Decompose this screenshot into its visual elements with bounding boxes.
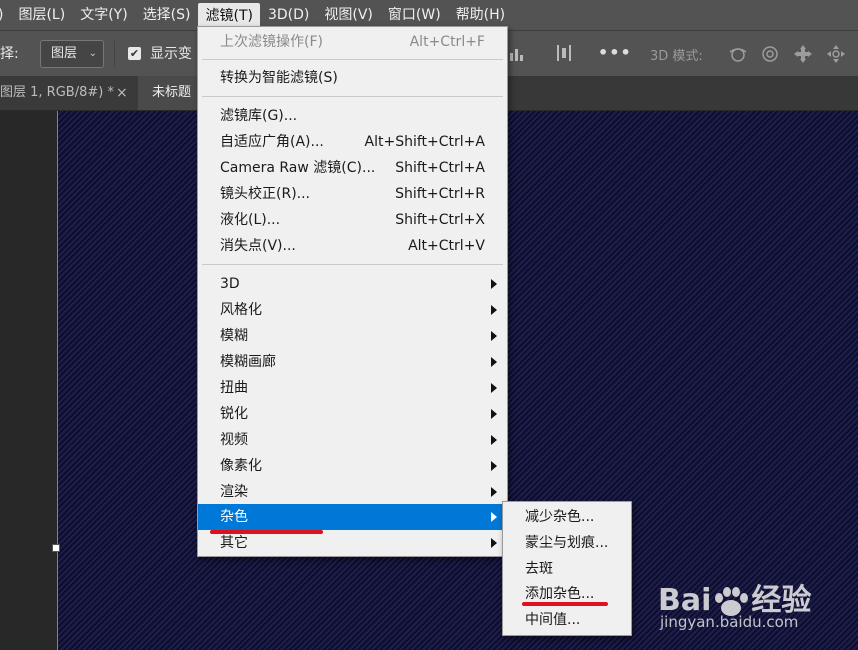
menu-item-video[interactable]: 视频: [198, 427, 507, 453]
menu-item-pixelate[interactable]: 像素化: [198, 453, 507, 479]
annotation-underline-noise: [210, 530, 323, 534]
distribute-icon[interactable]: [556, 45, 572, 63]
close-icon[interactable]: ×: [116, 76, 128, 110]
menu-item-adaptive-wide-angle[interactable]: 自适应广角(A)... Alt+Shift+Ctrl+A: [198, 129, 507, 155]
menu-edit-partial[interactable]: ): [0, 0, 10, 30]
menu-separator: [202, 96, 503, 97]
submenu-arrow-icon: [491, 512, 497, 522]
menu-item-sharpen[interactable]: 锐化: [198, 401, 507, 427]
submenu-arrow-icon: [491, 487, 497, 497]
menu-item-render[interactable]: 渲染: [198, 479, 507, 505]
align-bottom-icon[interactable]: [508, 45, 524, 63]
chevron-down-icon: ⌄: [88, 48, 97, 59]
auto-select-value: 图层: [51, 46, 78, 61]
submenu-arrow-icon: [491, 357, 497, 367]
menu-separator: [202, 264, 503, 265]
submenu-arrow-icon: [491, 331, 497, 341]
menu-filter[interactable]: 滤镜(T): [197, 2, 260, 29]
menu-item-noise[interactable]: 杂色: [198, 504, 507, 530]
submenu-item-despeckle[interactable]: 去斑: [503, 556, 631, 582]
submenu-arrow-icon: [491, 435, 497, 445]
menu-item-filter-gallery[interactable]: 滤镜库(G)...: [198, 103, 507, 129]
menu-item-distort[interactable]: 扭曲: [198, 375, 507, 401]
menu-item-last-filter[interactable]: 上次滤镜操作(F) Alt+Ctrl+F: [198, 29, 507, 55]
3d-pan-icon[interactable]: [793, 44, 813, 64]
transform-handle[interactable]: [52, 544, 60, 552]
menu-item-vanishing-point[interactable]: 消失点(V)... Alt+Ctrl+V: [198, 233, 507, 259]
auto-select-label: 择:: [0, 46, 19, 62]
menu-separator: [202, 59, 503, 60]
submenu-item-dust-scratches[interactable]: 蒙尘与划痕...: [503, 530, 631, 556]
baidu-watermark: Bai 经验 jingyan.baidu.com: [658, 575, 858, 650]
submenu-arrow-icon: [491, 383, 497, 393]
3d-slide-icon[interactable]: [826, 44, 846, 64]
menu-type[interactable]: 文字(Y): [72, 0, 134, 30]
menu-item-convert-smart-filter[interactable]: 转换为智能滤镜(S): [198, 65, 507, 91]
menu-item-blur[interactable]: 模糊: [198, 323, 507, 349]
more-options-icon[interactable]: •••: [598, 43, 632, 62]
watermark-url: jingyan.baidu.com: [660, 613, 799, 631]
submenu-arrow-icon: [491, 409, 497, 419]
auto-select-dropdown[interactable]: 图层 ⌄: [40, 40, 104, 68]
menu-item-3d[interactable]: 3D: [198, 271, 507, 297]
menu-item-liquify[interactable]: 液化(L)... Shift+Ctrl+X: [198, 207, 507, 233]
3d-roll-icon[interactable]: [760, 44, 780, 64]
tab-label: 图层 1, RGB/8#) *: [0, 85, 114, 100]
submenu-item-median[interactable]: 中间值...: [503, 607, 631, 633]
menu-item-blur-gallery[interactable]: 模糊画廊: [198, 349, 507, 375]
toolbar-divider: [114, 41, 115, 67]
menu-select[interactable]: 选择(S): [135, 0, 198, 30]
menu-item-lens-correction[interactable]: 镜头校正(R)... Shift+Ctrl+R: [198, 181, 507, 207]
3d-orbit-icon[interactable]: [728, 44, 748, 64]
show-transform-label: 显示变: [150, 46, 192, 62]
show-transform-checkbox[interactable]: ✔: [128, 47, 141, 60]
submenu-arrow-icon: [491, 538, 497, 548]
submenu-arrow-icon: [491, 305, 497, 315]
submenu-item-reduce-noise[interactable]: 减少杂色...: [503, 504, 631, 530]
tab-label: 未标题: [152, 85, 192, 100]
submenu-arrow-icon: [491, 279, 497, 289]
submenu-arrow-icon: [491, 461, 497, 471]
filter-dropdown-menu: 上次滤镜操作(F) Alt+Ctrl+F 转换为智能滤镜(S) 滤镜库(G)...…: [197, 26, 508, 557]
annotation-underline-add-noise: [522, 602, 608, 606]
tab-document-1[interactable]: 图层 1, RGB/8#) * ×: [0, 76, 138, 110]
menu-layer[interactable]: 图层(L): [10, 0, 72, 30]
menu-item-stylize[interactable]: 风格化: [198, 297, 507, 323]
noise-submenu: 减少杂色... 蒙尘与划痕... 去斑 添加杂色... 中间值...: [502, 501, 632, 636]
menu-item-camera-raw[interactable]: Camera Raw 滤镜(C)... Shift+Ctrl+A: [198, 155, 507, 181]
3d-mode-label: 3D 模式:: [650, 49, 703, 64]
